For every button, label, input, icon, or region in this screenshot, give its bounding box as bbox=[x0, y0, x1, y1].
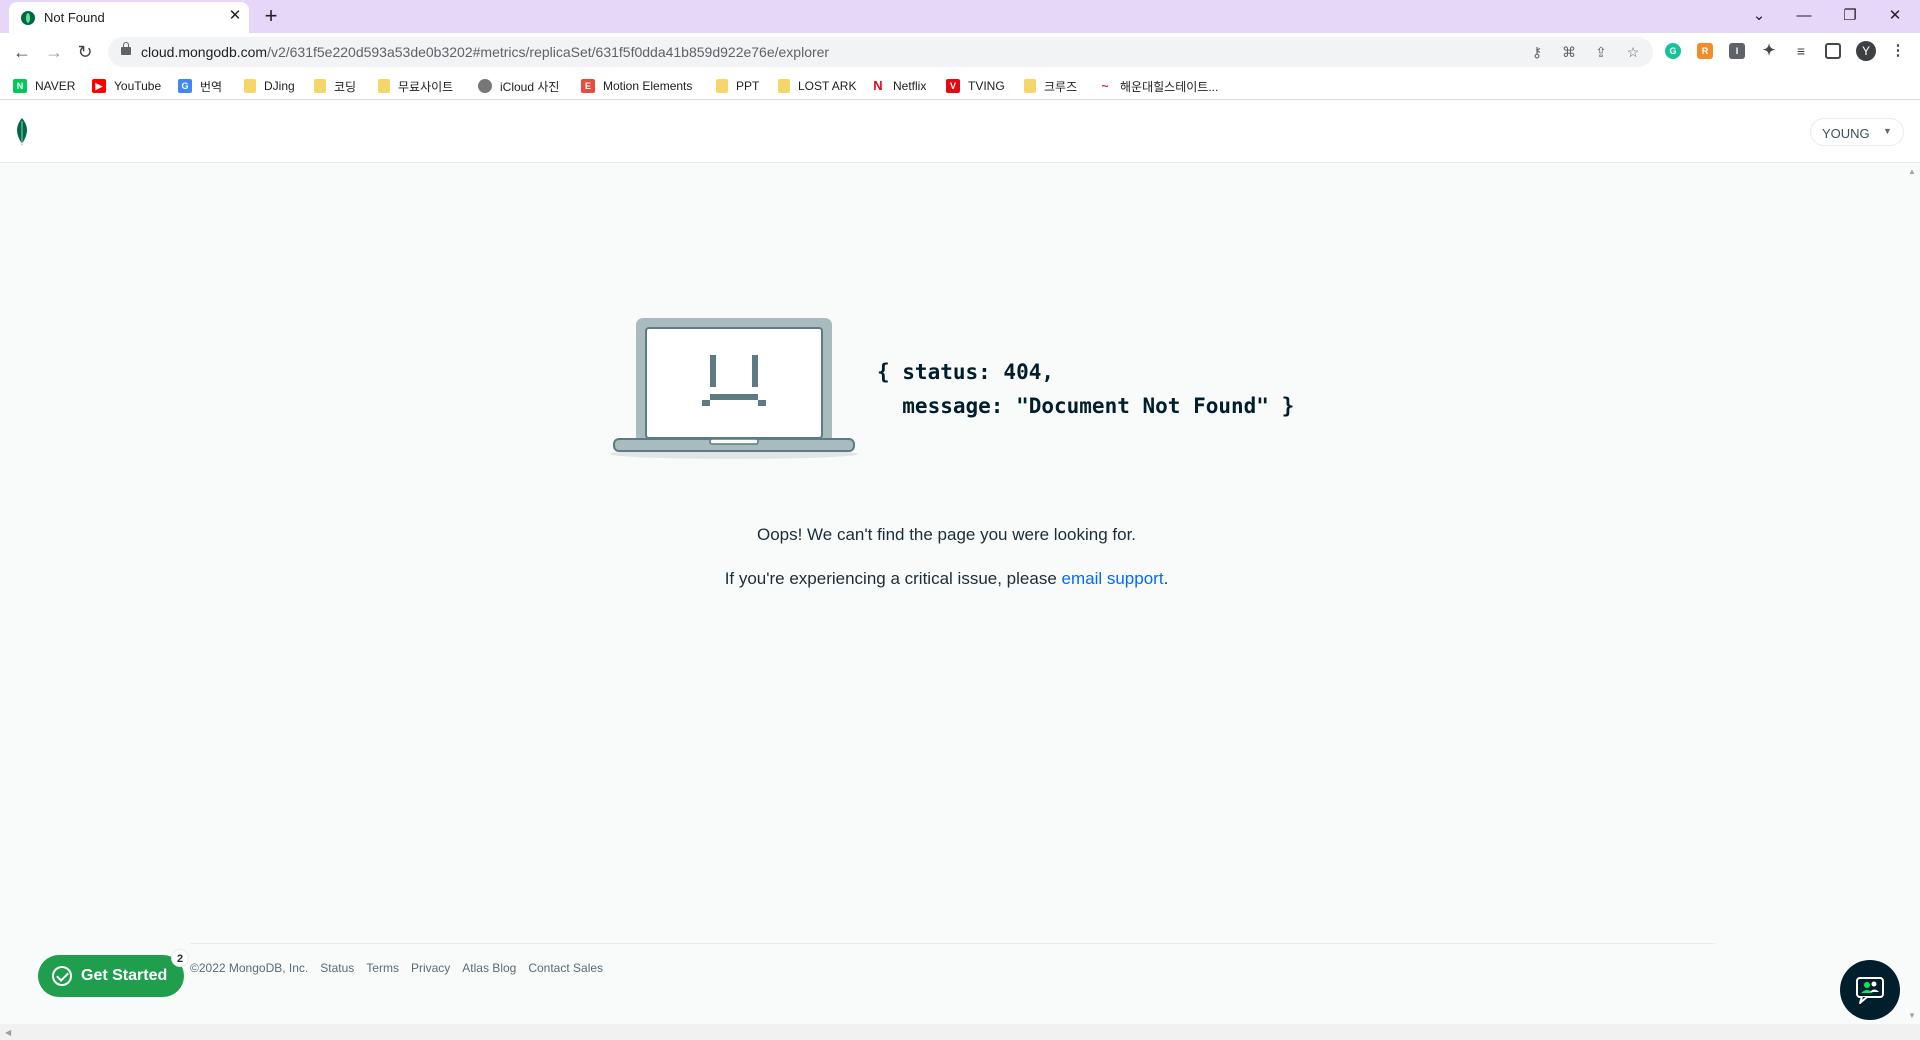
url-text: cloud.mongodb.com/v2/631f5e220d593a53de0… bbox=[141, 44, 830, 60]
back-arrow-icon[interactable]: ← bbox=[10, 40, 34, 64]
bookmark-naver[interactable]: N NAVER bbox=[13, 77, 75, 95]
bookmark-coding[interactable]: 코딩 bbox=[314, 77, 356, 95]
share-icon[interactable]: ⇪ bbox=[1592, 43, 1610, 61]
bookmark-star-icon[interactable]: ☆ bbox=[1624, 43, 1642, 61]
naver-icon: N bbox=[13, 79, 27, 93]
more-menu-icon[interactable]: ⋮ bbox=[1890, 43, 1906, 59]
profile-avatar[interactable]: Y bbox=[1856, 41, 1876, 61]
mongodb-leaf-icon[interactable] bbox=[14, 117, 30, 147]
address-bar[interactable]: cloud.mongodb.com/v2/631f5e220d593a53de0… bbox=[108, 37, 1653, 67]
bookmark-netflix[interactable]: N Netflix bbox=[871, 77, 926, 95]
sad-laptop-illustration bbox=[610, 318, 858, 459]
tab-title: Not Found bbox=[44, 10, 105, 25]
user-name-label: YOUNG bbox=[1822, 126, 1870, 141]
status-line: { status: 404, bbox=[877, 360, 1055, 384]
app-header: YOUNG ▼ bbox=[0, 101, 1920, 163]
restore-button[interactable]: ❐ bbox=[1828, 2, 1872, 30]
get-started-label: Get Started bbox=[81, 967, 168, 984]
footer-link-privacy[interactable]: Privacy bbox=[411, 961, 450, 975]
bookmark-free-sites[interactable]: 무료사이트 bbox=[378, 77, 453, 95]
chat-people-icon bbox=[1856, 977, 1884, 1004]
tab-search-icon[interactable]: ⌄ bbox=[1737, 2, 1781, 30]
translate-page-icon[interactable]: ⌘ bbox=[1560, 43, 1578, 61]
apple-icon bbox=[478, 79, 492, 93]
grammarly-extension-icon[interactable]: G bbox=[1665, 43, 1681, 59]
puzzle-extensions-icon[interactable]: ✦ bbox=[1761, 43, 1777, 59]
key-icon[interactable]: ⚷ bbox=[1528, 43, 1546, 61]
page-footer: ©2022 MongoDB, Inc. Status Terms Privacy… bbox=[190, 961, 603, 975]
media-queue-icon[interactable]: ≡ bbox=[1793, 43, 1809, 59]
browser-tabstrip: Not Found ✕ + ⌄ — ❐ ✕ bbox=[0, 0, 1920, 33]
bookmark-hillstate[interactable]: ~ 해운대힐스테이트... bbox=[1098, 77, 1218, 95]
folder-icon bbox=[1024, 79, 1036, 93]
bookmark-ppt[interactable]: PPT bbox=[716, 77, 759, 95]
error-code-block: { status: 404, message: "Document Not Fo… bbox=[877, 355, 1294, 423]
lock-icon bbox=[121, 42, 131, 55]
not-found-message: Oops! We can't find the page you were lo… bbox=[756, 525, 1137, 544]
bookmark-youtube[interactable]: ▶ YouTube bbox=[92, 77, 161, 95]
user-menu-button[interactable]: YOUNG ▼ bbox=[1810, 118, 1904, 146]
bookmark-translate[interactable]: G 번역 bbox=[178, 77, 222, 95]
bookmark-lost-ark[interactable]: LOST ARK bbox=[778, 77, 856, 95]
folder-icon bbox=[716, 79, 728, 93]
bookmark-icloud-photos[interactable]: iCloud 사진 bbox=[478, 77, 559, 95]
scroll-left-icon[interactable]: ◀ bbox=[5, 1028, 11, 1037]
tab-close-icon[interactable]: ✕ bbox=[226, 7, 244, 25]
vertical-scrollbar[interactable]: ▲ ▼ bbox=[1904, 163, 1920, 1024]
minimize-button[interactable]: — bbox=[1782, 2, 1826, 30]
netflix-icon: N bbox=[871, 79, 885, 93]
youtube-icon: ▶ bbox=[92, 79, 106, 93]
tving-icon: V bbox=[946, 79, 960, 93]
email-support-link[interactable]: email support bbox=[1062, 569, 1164, 588]
footer-link-contact-sales[interactable]: Contact Sales bbox=[528, 961, 603, 975]
folder-icon bbox=[244, 79, 256, 93]
scroll-down-icon[interactable]: ▼ bbox=[1908, 1011, 1916, 1020]
support-message: If you're experiencing a critical issue,… bbox=[724, 569, 1169, 588]
extension-icon[interactable]: I bbox=[1729, 43, 1745, 59]
extension-icon[interactable]: R bbox=[1697, 43, 1713, 59]
get-started-badge: 2 bbox=[171, 949, 189, 967]
support-chat-button[interactable] bbox=[1840, 960, 1900, 1020]
motion-elements-icon: E bbox=[581, 79, 595, 93]
side-panel-icon[interactable] bbox=[1825, 43, 1841, 59]
footer-link-terms[interactable]: Terms bbox=[366, 961, 399, 975]
new-tab-button[interactable]: + bbox=[260, 4, 282, 28]
bookmark-motion-elements[interactable]: E Motion Elements bbox=[581, 77, 692, 95]
copyright-text: ©2022 MongoDB, Inc. bbox=[190, 961, 309, 975]
caret-down-icon: ▼ bbox=[1883, 126, 1892, 136]
bookmark-djing[interactable]: DJing bbox=[244, 77, 295, 95]
check-circle-icon bbox=[52, 966, 72, 986]
footer-divider bbox=[190, 943, 1715, 944]
scroll-up-icon[interactable]: ▲ bbox=[1908, 167, 1916, 176]
bookmark-cruise[interactable]: 크루즈 bbox=[1024, 77, 1077, 95]
browser-toolbar: ← → ↻ cloud.mongodb.com/v2/631f5e220d593… bbox=[0, 33, 1920, 71]
bookmarks-bar: N NAVER ▶ YouTube G 번역 DJing 코딩 무료사이트 iClou… bbox=[0, 71, 1920, 100]
bookmark-tving[interactable]: V TVING bbox=[946, 77, 1005, 95]
translate-icon: G bbox=[178, 79, 192, 93]
reload-icon[interactable]: ↻ bbox=[73, 40, 97, 64]
folder-icon bbox=[314, 79, 326, 93]
footer-link-atlas-blog[interactable]: Atlas Blog bbox=[462, 961, 516, 975]
folder-icon bbox=[778, 79, 790, 93]
folder-icon bbox=[378, 79, 390, 93]
message-line: message: "Document Not Found" } bbox=[877, 394, 1295, 418]
browser-tab[interactable]: Not Found ✕ bbox=[9, 2, 249, 33]
get-started-button[interactable]: Get Started 2 bbox=[38, 949, 189, 997]
forward-arrow-icon[interactable]: → bbox=[42, 40, 66, 64]
close-window-button[interactable]: ✕ bbox=[1873, 2, 1917, 30]
horizontal-scrollbar[interactable]: ◀ bbox=[0, 1024, 1920, 1040]
footer-link-status[interactable]: Status bbox=[320, 961, 354, 975]
mongodb-leaf-icon bbox=[21, 11, 35, 25]
hillstate-icon: ~ bbox=[1098, 79, 1112, 93]
